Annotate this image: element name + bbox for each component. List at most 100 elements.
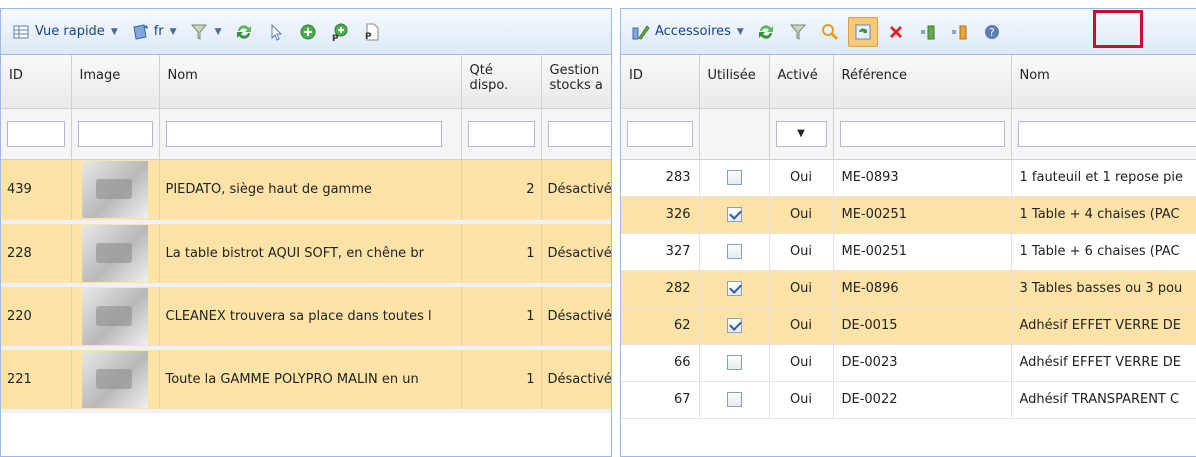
refresh-button[interactable] [752,17,780,47]
product-name: La table bistrot AQUI SOFT, en chêne br [159,222,462,287]
table-row[interactable]: 228 La table bistrot AQUI SOFT, en chêne… [1,222,611,287]
filter-name-input[interactable] [1017,120,1196,147]
active-filter-select[interactable]: ▼ [775,120,827,147]
filter-icon [788,22,808,42]
reference-value: DE-0022 [833,381,1012,419]
product-image-cell [71,159,160,224]
table-row[interactable]: 220 CLEANEX trouvera sa place dans toute… [1,285,611,350]
filter-name-input[interactable] [165,120,442,147]
quick-view-dropdown[interactable]: Vue rapide ▼ [7,17,122,47]
filter-reference-cell [833,108,1012,160]
accessory-name: Adhésif EFFET VERRE DE [1011,344,1196,382]
product-page-button[interactable]: P [358,17,386,47]
help-button[interactable]: ? [978,17,1006,47]
filter-name-cell [159,108,462,160]
svg-text:P: P [365,32,372,42]
language-icon [130,22,150,42]
product-qty: 1 [461,348,542,413]
column-header-id[interactable]: ID [1,55,72,109]
refresh-icon [234,22,254,42]
filter-stock-input[interactable] [547,120,611,147]
add-product-button[interactable]: P [326,17,354,47]
filter-image-input[interactable] [77,120,153,147]
table-row[interactable]: 283 Oui ME-0893 1 fauteuil et 1 repose p… [621,159,1196,197]
filter-reference-input[interactable] [839,120,1005,147]
accessory-id: 66 [621,344,700,382]
accessory-name: Adhésif TRANSPARENT C [1011,381,1196,419]
used-checkbox[interactable] [726,392,742,407]
link-accessory-button[interactable] [914,17,942,47]
filter-name-cell [1011,108,1196,160]
unlink-accessory-icon [950,22,970,42]
active-value: Oui [769,307,834,345]
search-button[interactable] [816,17,844,47]
used-checkbox[interactable] [726,207,742,222]
add-product-icon: P [330,22,350,44]
used-cell [699,270,770,308]
add-icon [298,22,318,42]
select-button[interactable] [262,17,290,47]
filter-qty-input[interactable] [467,120,535,147]
active-value: Oui [769,233,834,271]
document-icon: P [362,22,382,42]
product-thumbnail [82,288,148,344]
used-checkbox[interactable] [726,244,742,259]
accessory-id: 326 [621,196,700,234]
active-value: Oui [769,381,834,419]
products-toolbar: Vue rapide ▼ fr ▼ ▼ P P [1,9,611,55]
accessories-label: Accessoires [655,24,731,39]
table-row[interactable]: 66 Oui DE-0023 Adhésif EFFET VERRE DE [621,344,1196,382]
filter-dropdown[interactable]: ▼ [185,17,226,47]
refresh-button[interactable] [230,17,258,47]
accessory-name: 1 fauteuil et 1 repose pie [1011,159,1196,197]
table-row[interactable]: 62 Oui DE-0015 Adhésif EFFET VERRE DE [621,307,1196,345]
language-dropdown[interactable]: fr ▼ [126,17,181,47]
product-image-cell [71,348,160,413]
column-header-image[interactable]: Image [71,55,160,109]
unlink-accessory-button[interactable] [946,17,974,47]
column-header-stock[interactable]: Gestion stocks a [541,55,611,109]
delete-button[interactable] [882,17,910,47]
used-checkbox[interactable] [726,281,742,296]
table-row[interactable]: 439 PIEDATO, siège haut de gamme 2 Désac… [1,159,611,224]
column-header-used[interactable]: Utilisée [699,55,770,109]
reference-value: ME-0896 [833,270,1012,308]
used-checkbox[interactable] [726,170,742,185]
filter-button[interactable] [784,17,812,47]
filter-icon [189,22,209,42]
active-value: Oui [769,270,834,308]
reference-value: ME-0893 [833,159,1012,197]
filter-id-cell [621,108,700,160]
used-checkbox[interactable] [726,318,742,333]
product-stock: Désactivé [541,285,611,350]
table-row[interactable]: 67 Oui DE-0022 Adhésif TRANSPARENT C [621,381,1196,419]
accessories-dropdown[interactable]: Accessoires ▼ [627,17,748,47]
table-row[interactable]: 327 Oui ME-00251 1 Table + 6 chaises (PA… [621,233,1196,271]
reference-value: DE-0023 [833,344,1012,382]
column-header-name[interactable]: Nom [159,55,462,109]
column-header-qty[interactable]: Qté dispo. [461,55,542,109]
filter-qty-cell [461,108,542,160]
column-header-id[interactable]: ID [621,55,700,109]
column-header-name[interactable]: Nom [1011,55,1196,109]
product-id: 439 [1,159,72,224]
accessory-id: 283 [621,159,700,197]
add-button[interactable] [294,17,322,47]
table-row[interactable]: 221 Toute la GAMME POLYPRO MALIN en un 1… [1,348,611,413]
table-row[interactable]: 326 Oui ME-00251 1 Table + 4 chaises (PA… [621,196,1196,234]
filter-id-input[interactable] [627,120,693,147]
help-icon: ? [982,22,1002,42]
product-image-cell [71,222,160,287]
copy-button[interactable] [847,16,878,47]
accessory-id: 62 [621,307,700,345]
column-header-reference[interactable]: Référence [833,55,1012,109]
filter-active-cell: ▼ [769,108,834,160]
used-checkbox[interactable] [726,355,742,370]
product-id: 228 [1,222,72,287]
filter-id-input[interactable] [7,120,65,147]
table-row[interactable]: 282 Oui ME-0896 3 Tables basses ou 3 pou [621,270,1196,308]
filter-used-cell [699,108,770,160]
column-header-active[interactable]: Activé [769,55,834,109]
used-cell [699,233,770,271]
accessory-id: 282 [621,270,700,308]
